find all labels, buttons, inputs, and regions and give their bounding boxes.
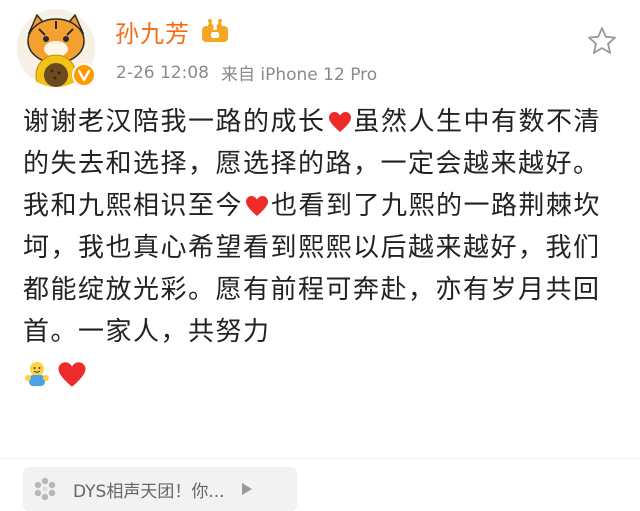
post-timestamp: 2-26 12:08 bbox=[116, 62, 209, 83]
emoji-row bbox=[23, 353, 623, 395]
red-heart-icon bbox=[246, 196, 269, 216]
post-body: 谢谢老汉陪我一路的成长 虽然人生中有数不清的失去和选择，愿选择的路，一定会越来越好… bbox=[23, 101, 623, 395]
username[interactable]: 孙九芳 bbox=[115, 14, 190, 49]
divider bbox=[0, 458, 640, 459]
red-heart-icon bbox=[328, 112, 351, 132]
hug-emoji-icon bbox=[25, 362, 49, 386]
author-row: 孙九芳 bbox=[115, 12, 230, 50]
post-text-1a: 谢谢老汉陪我一路的成长 bbox=[23, 107, 326, 137]
post-header: 孙九芳 2-26 12:08 来自 iPhone 12 Pro bbox=[0, 0, 640, 92]
play-arrow-icon bbox=[241, 483, 252, 495]
post-meta: 2-26 12:08 来自 iPhone 12 Pro bbox=[116, 60, 378, 86]
post-paragraph-2: 我和九熙相识至今 也看到了九熙的一路荆棘坎坷，我也真心希望看到熙熙以后越来越好，我… bbox=[23, 185, 623, 353]
topic-link[interactable]: DYS相声天团！你... bbox=[23, 467, 297, 511]
topic-pinwheel-icon bbox=[34, 477, 56, 501]
post-text-2a: 我和九熙相识至今 bbox=[23, 191, 244, 221]
red-heart-emoji-icon bbox=[58, 361, 86, 387]
star-outline-icon[interactable] bbox=[586, 25, 618, 57]
post-source: 来自 iPhone 12 Pro bbox=[220, 65, 378, 85]
verified-v-icon bbox=[72, 63, 96, 87]
post-paragraph-1: 谢谢老汉陪我一路的成长 虽然人生中有数不清的失去和选择，愿选择的路，一定会越来越好… bbox=[23, 101, 623, 185]
topic-label[interactable]: DYS相声天团！你... bbox=[73, 477, 225, 502]
member-crown-icon[interactable] bbox=[200, 18, 230, 44]
